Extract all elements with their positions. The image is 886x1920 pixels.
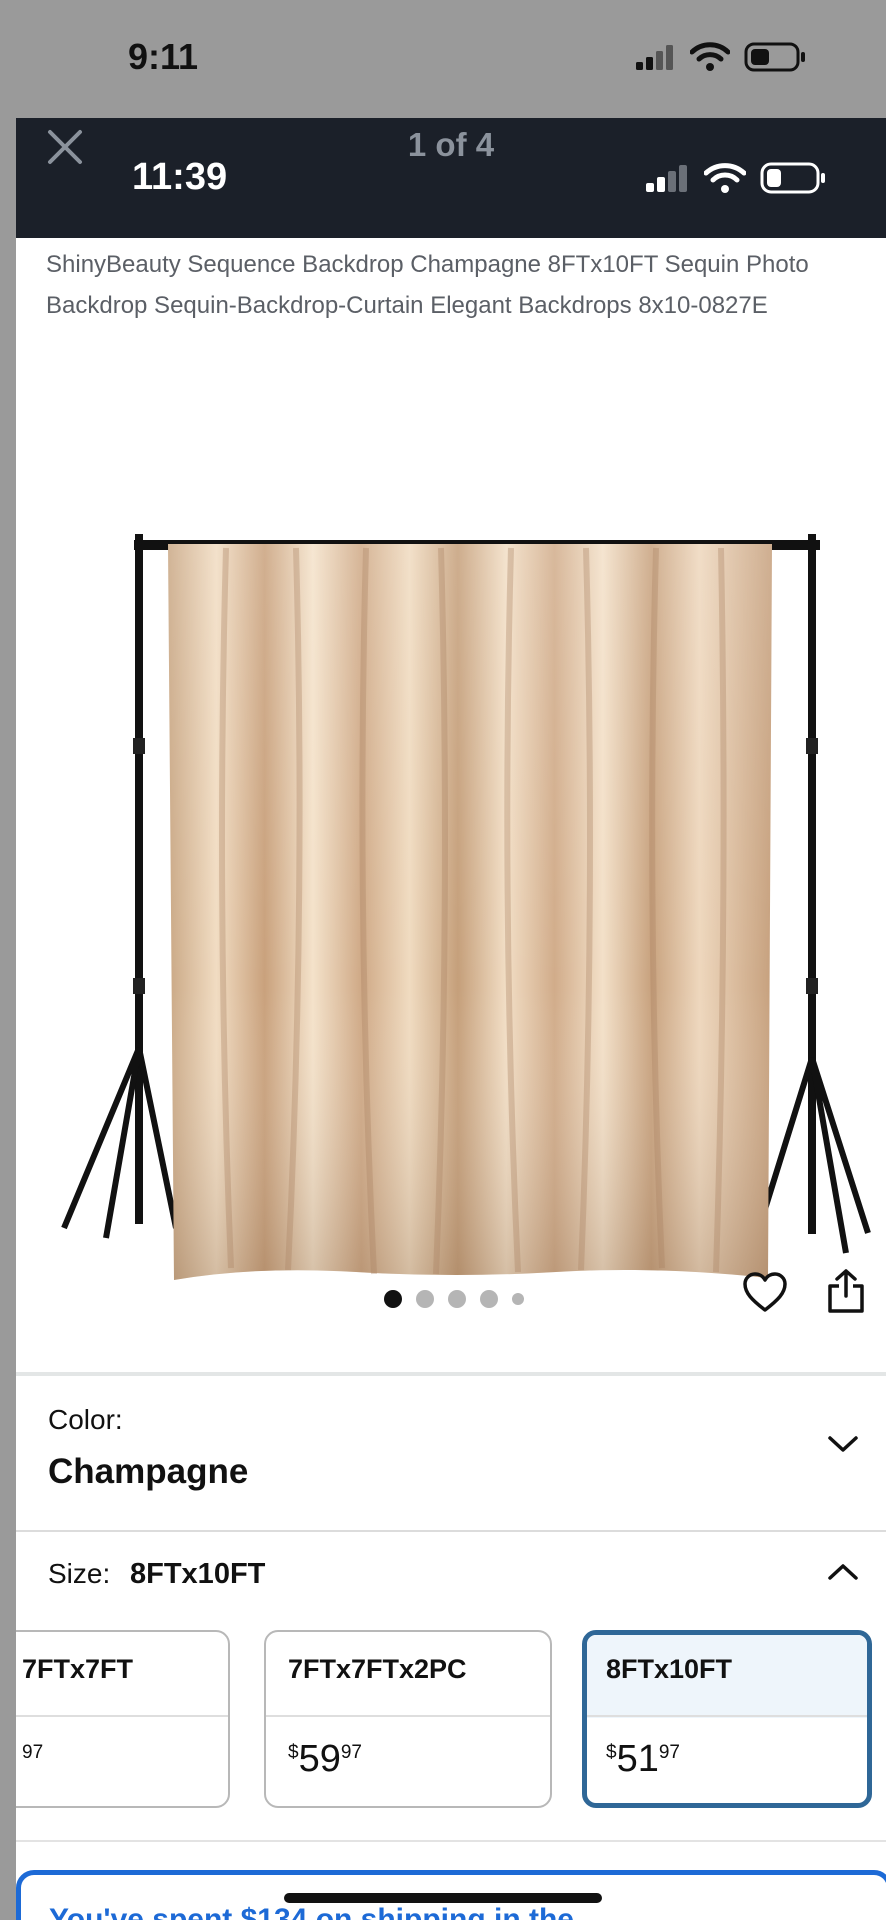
price-whole: 51 [616,1738,659,1780]
outer-status-bar: 9:11 [0,0,886,118]
pagination-dot[interactable] [512,1293,524,1305]
size-label: Size: [48,1558,111,1589]
size-option-card[interactable]: 7FTx7FTx2PC $5997 [264,1630,552,1808]
size-option-price: $5997 [288,1738,362,1781]
section-divider [16,1840,886,1842]
home-indicator[interactable] [284,1893,602,1903]
inner-status-icons [646,162,826,194]
product-image[interactable] [56,408,886,1328]
pagination-dot[interactable] [384,1290,402,1308]
promo-text: You've spent $134 on shipping in the [49,1903,574,1920]
size-option-card-selected[interactable]: 8FTx10FT $5197 [582,1630,872,1808]
battery-icon [744,42,805,72]
outer-status-icons [636,42,806,72]
chevron-up-icon[interactable] [826,1562,860,1582]
cellular-signal-icon [636,45,673,70]
pagination-dot[interactable] [416,1290,434,1308]
chevron-down-icon[interactable] [826,1434,860,1454]
color-label: Color: [48,1404,123,1435]
pagination-dot[interactable] [480,1290,498,1308]
section-divider [16,1530,886,1532]
card-divider [16,1715,228,1717]
battery-icon [760,162,825,194]
card-divider [266,1715,550,1717]
color-value: Champagne [48,1452,249,1491]
price-whole: 59 [298,1738,341,1780]
price-currency: $ [606,1742,617,1763]
section-divider [16,1372,886,1376]
price-fraction: 97 [22,1742,44,1763]
image-pagination-dots[interactable] [384,1290,524,1308]
inner-status-time: 11:39 [132,156,228,198]
pagination-dot[interactable] [448,1290,466,1308]
price-fraction: 97 [658,1742,680,1763]
size-option-price: 97 [22,1738,44,1763]
product-title: ShinyBeauty Sequence Backdrop Champagne … [46,251,809,319]
price-currency: $ [288,1742,299,1763]
image-viewer-screen: 1 of 4 11:39 ShinyBeauty Sequence Backdr… [16,118,886,1920]
share-icon[interactable] [826,1268,866,1314]
size-option-card[interactable]: 7FTx7FT 97 [16,1630,230,1808]
price-fraction: 97 [340,1742,362,1763]
size-option-name: 8FTx10FT [606,1654,733,1684]
card-divider [587,1715,867,1717]
size-option-name: 7FTx7FT [22,1654,134,1684]
wifi-icon [690,42,730,71]
size-option-name: 7FTx7FTx2PC [288,1654,467,1684]
size-option-price: $5197 [606,1738,680,1781]
heart-icon[interactable] [742,1270,788,1316]
wifi-icon [704,163,746,193]
viewer-top-bar: 1 of 4 11:39 [16,118,886,238]
cellular-signal-icon [646,165,687,192]
size-value: 8FTx10FT [130,1558,266,1590]
outer-status-time: 9:11 [128,36,199,77]
